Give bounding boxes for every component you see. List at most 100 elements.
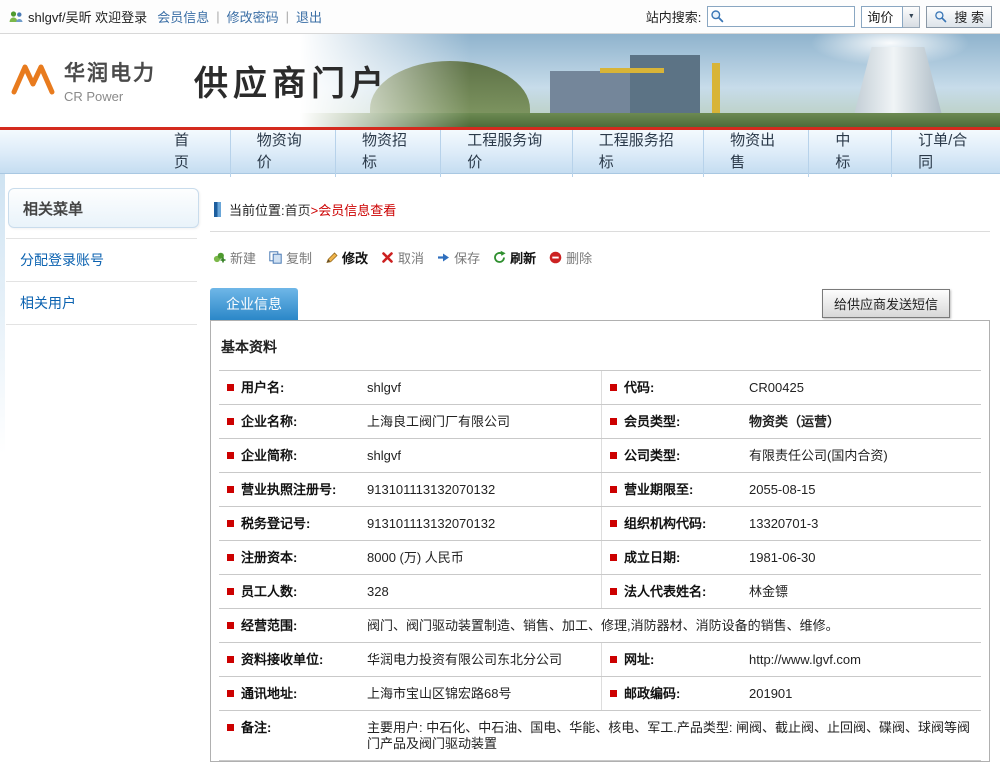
toolbar: 新建 复制修改 取消保存刷新 删除 [210, 232, 990, 282]
toolbar-new-button[interactable]: 新建 [212, 248, 256, 267]
toolbar-button-label: 新建 [230, 248, 256, 267]
toolbar-button-label: 取消 [398, 248, 424, 267]
cr-power-logo-icon [10, 58, 56, 103]
nav-item-7[interactable]: 中 标 [808, 127, 891, 177]
users-icon [8, 10, 24, 24]
toolbar-copy-button[interactable]: 复制 [268, 248, 312, 267]
bullet-icon [610, 554, 617, 561]
table-row: 资料接收单位:华润电力投资有限公司东北分公司网址:http://www.lgvf… [219, 643, 981, 677]
field-label-text: 用户名: [241, 380, 284, 396]
field-label: 公司类型: [601, 439, 743, 472]
field-label-text: 税务登记号: [241, 516, 310, 532]
field-value: 8000 (万) 人民币 [361, 541, 601, 574]
save-icon [436, 250, 451, 265]
breadcrumb-home-link[interactable]: 首页 [285, 200, 311, 219]
search-button[interactable]: 搜 索 [926, 6, 992, 28]
sidebar-title: 相关菜单 [8, 188, 199, 228]
field-value: shlgvf [361, 439, 601, 472]
topbar-link-3[interactable]: 退出 [296, 7, 322, 26]
bullet-icon [610, 690, 617, 697]
send-sms-button[interactable]: 给供应商发送短信 [822, 289, 950, 318]
field-label-text: 成立日期: [624, 550, 680, 566]
field-value: 2055-08-15 [743, 473, 981, 506]
field-value: shlgvf [361, 371, 601, 404]
chevron-down-icon[interactable]: ▼ [903, 6, 920, 28]
field-label: 营业期限至: [601, 473, 743, 506]
combo-selected-value: 询价 [861, 6, 903, 28]
nav-item-2[interactable]: 物资询价 [230, 127, 335, 177]
table-row: 注册资本:8000 (万) 人民币成立日期:1981-06-30 [219, 541, 981, 575]
field-label-text: 注册资本: [241, 550, 297, 566]
sidebar-links: 分配登录账号相关用户 [6, 238, 197, 325]
field-label: 员工人数: [219, 575, 361, 608]
field-value: 201901 [743, 677, 981, 710]
toolbar-button-label: 复制 [286, 248, 312, 267]
search-category-combo[interactable]: 询价 ▼ [861, 6, 920, 28]
topbar-links: 会员信息|修改密码|退出 [157, 7, 322, 26]
field-value: http://www.lgvf.com [743, 643, 981, 676]
nav-item-3[interactable]: 物资招标 [335, 127, 440, 177]
field-value: 上海市宝山区锦宏路68号 [361, 677, 601, 710]
nav-item-4[interactable]: 工程服务询价 [440, 127, 571, 177]
topbar-link-2[interactable]: 修改密码 [227, 7, 279, 26]
nav-item-8[interactable]: 订单/合同 [891, 127, 1000, 177]
table-row: 企业名称:上海良工阀门厂有限公司会员类型:物资类（运营） [219, 405, 981, 439]
brand-logo: 华润电力 CR Power [10, 57, 156, 104]
sidebar-item-1[interactable]: 分配登录账号 [6, 239, 197, 282]
toolbar-save-button[interactable]: 保存 [436, 248, 480, 267]
field-value: 阀门、阀门驱动装置制造、销售、加工、修理,消防器材、消防设备的销售、维修。 [361, 609, 981, 642]
toolbar-edit-button[interactable]: 修改 [324, 248, 368, 267]
field-label: 备注: [219, 711, 361, 760]
topbar-link-1[interactable]: 会员信息 [157, 7, 209, 26]
field-value: 913101113132070132 [361, 507, 601, 540]
field-label: 代码: [601, 371, 743, 404]
bullet-icon [227, 588, 234, 595]
field-label-text: 营业执照注册号: [241, 482, 336, 498]
sidebar-item-2[interactable]: 相关用户 [6, 282, 197, 325]
copy-icon [268, 250, 283, 265]
bullet-icon [227, 554, 234, 561]
breadcrumb: 当前位置: 首页 >会员信息查看 [210, 188, 990, 232]
toolbar-refresh-button[interactable]: 刷新 [492, 248, 536, 267]
info-table: 用户名:shlgvf代码:CR00425企业名称:上海良工阀门厂有限公司会员类型… [219, 370, 981, 761]
field-label-text: 资料接收单位: [241, 652, 323, 668]
bullet-icon [227, 452, 234, 459]
field-label-text: 公司类型: [624, 448, 680, 464]
cancel-icon [380, 250, 395, 265]
section-title: 基本资料 [211, 321, 989, 370]
toolbar-cancel-button[interactable]: 取消 [380, 248, 424, 267]
delete-icon [548, 250, 563, 265]
field-label-text: 经营范围: [241, 618, 297, 634]
nav-item-6[interactable]: 物资出售 [703, 127, 808, 177]
topbar: shlgvf/吴昕 欢迎登录 会员信息|修改密码|退出 站内搜索: 询价 ▼ 搜… [0, 0, 1000, 34]
bullet-icon [610, 418, 617, 425]
edit-icon [324, 250, 339, 265]
toolbar-delete-button[interactable]: 删除 [548, 248, 592, 267]
bullet-icon [610, 656, 617, 663]
welcome-text: shlgvf/吴昕 欢迎登录 [28, 7, 147, 26]
brand-name-cn: 华润电力 [64, 57, 156, 87]
field-label: 成立日期: [601, 541, 743, 574]
field-label: 邮政编码: [601, 677, 743, 710]
field-value: 林金镖 [743, 575, 981, 608]
bullet-icon [227, 418, 234, 425]
table-row: 备注:主要用户: 中石化、中石油、国电、华能、核电、军工.产品类型: 闸阀、截止… [219, 711, 981, 761]
bullet-icon [610, 486, 617, 493]
bullet-icon [227, 384, 234, 391]
site-search-area: 站内搜索: 询价 ▼ 搜 索 [646, 6, 992, 28]
field-label: 法人代表姓名: [601, 575, 743, 608]
field-label: 组织机构代码: [601, 507, 743, 540]
portal-title: 供应商门户 [194, 56, 389, 105]
sidebar-accent-strip [0, 174, 5, 454]
toolbar-button-label: 删除 [566, 248, 592, 267]
bullet-icon [227, 486, 234, 493]
site-search-input[interactable] [707, 6, 855, 27]
field-label-text: 网址: [624, 652, 654, 668]
tab-company-info[interactable]: 企业信息 [210, 288, 298, 320]
field-label: 通讯地址: [219, 677, 361, 710]
nav-item-1[interactable]: 首 页 [148, 127, 230, 177]
field-label: 会员类型: [601, 405, 743, 438]
field-label-text: 营业期限至: [624, 482, 693, 498]
field-label-text: 会员类型: [624, 414, 680, 430]
nav-item-5[interactable]: 工程服务招标 [572, 127, 703, 177]
